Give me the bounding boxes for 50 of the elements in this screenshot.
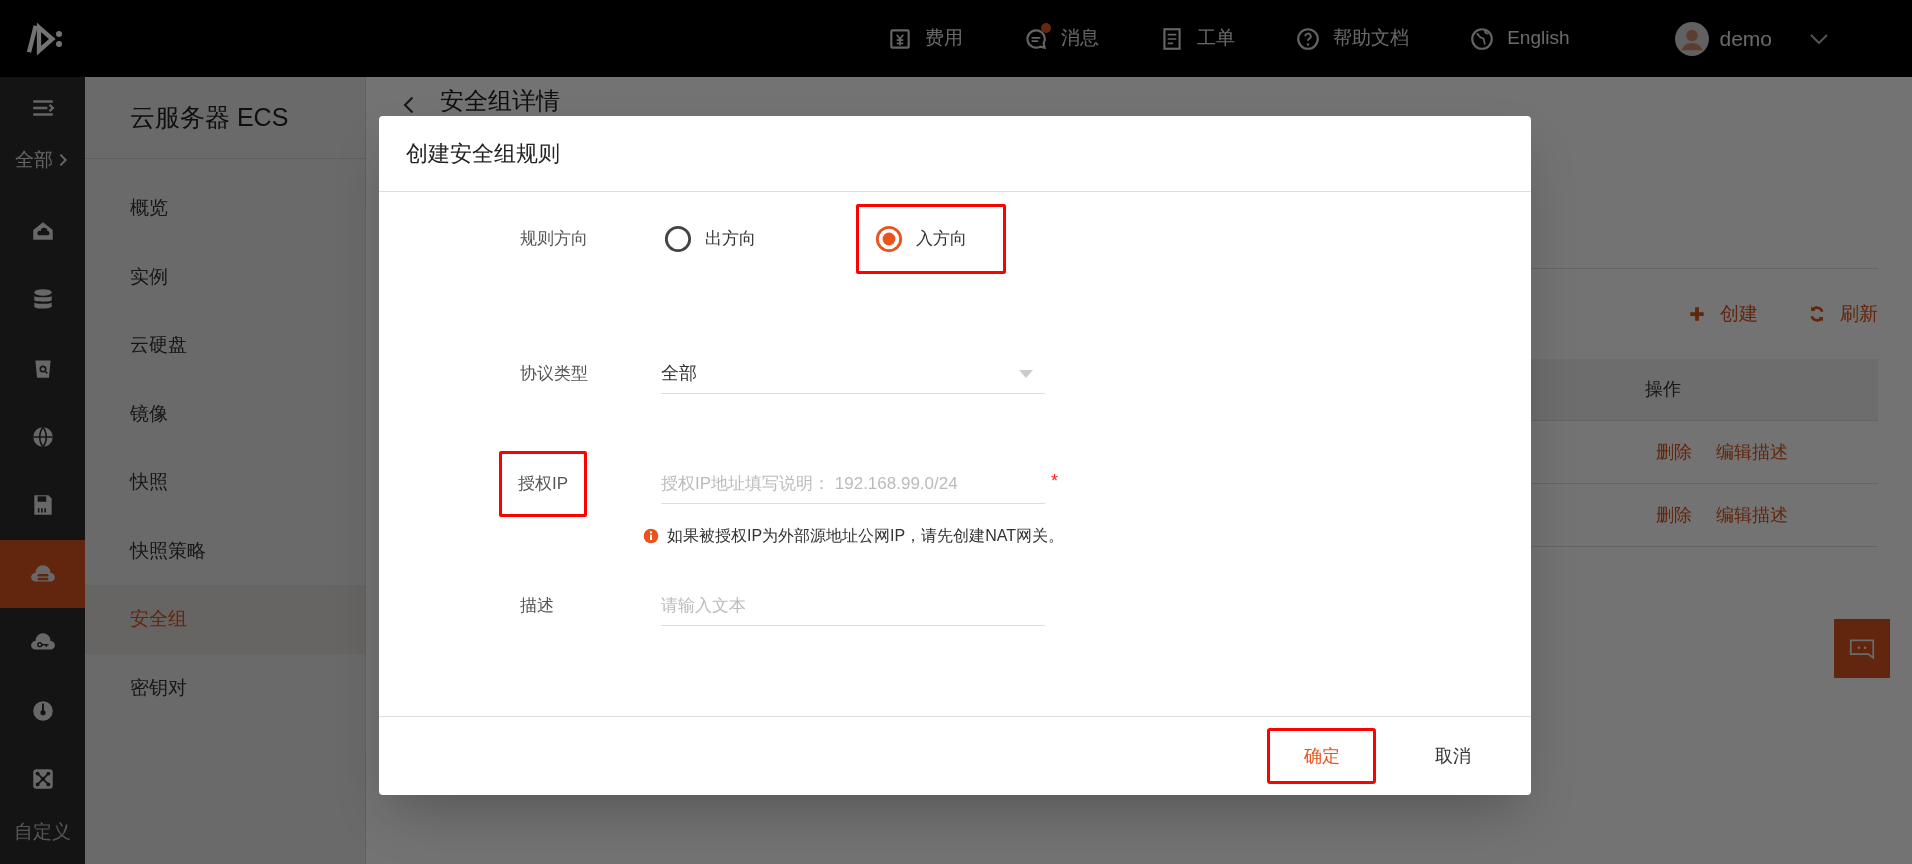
all-services-link[interactable]: 全部 xyxy=(14,141,71,179)
dropdown-arrow-icon xyxy=(1019,369,1033,378)
select-field[interactable]: 全部 xyxy=(661,354,1045,394)
sidebar-item[interactable]: 概览 xyxy=(85,174,365,243)
nav-link[interactable]: 费用 xyxy=(887,24,964,53)
required-mark: * xyxy=(1051,470,1058,493)
nav-link[interactable]: 工单 xyxy=(1159,24,1236,53)
nav-link[interactable]: 消息 xyxy=(1023,24,1100,53)
sidebar-item[interactable]: 实例 xyxy=(85,242,365,311)
table-link[interactable]: 删除 xyxy=(1656,438,1692,466)
chevron-down-icon xyxy=(1810,33,1828,44)
radio-icon xyxy=(664,225,692,253)
input-field[interactable]: 授权IP地址填写说明： 192.168.99.0/24 xyxy=(661,464,1045,504)
toolbar-link[interactable]: 刷新 xyxy=(1808,299,1878,329)
nav-link[interactable]: 帮助文档 xyxy=(1295,24,1410,53)
sidebar-item[interactable]: 快照 xyxy=(85,448,365,517)
page-title: 安全组详情 xyxy=(440,87,560,115)
user-name[interactable]: demo xyxy=(1719,22,1772,55)
sidebar-title: 云服务器 ECS xyxy=(130,101,289,133)
refresh-icon xyxy=(1808,305,1826,323)
sidebar-item[interactable]: 云硬盘 xyxy=(85,311,365,380)
column-header: 操作 xyxy=(1645,378,1681,401)
radio-option[interactable]: 入方向 xyxy=(856,204,1006,274)
rail-item[interactable] xyxy=(0,539,85,608)
hint-text: 如果被授权IP为外部源地址公网IP，请先创建NAT网关。 xyxy=(667,526,1065,546)
confirm-button[interactable]: 确定 xyxy=(1267,728,1376,784)
info-icon xyxy=(643,528,659,544)
input-field[interactable]: 请输入文本 xyxy=(661,586,1045,626)
sidebar-item[interactable]: 安全组 xyxy=(85,585,365,654)
radio-icon xyxy=(875,225,903,253)
table-link[interactable]: 编辑描述 xyxy=(1716,438,1788,466)
sidebar-item[interactable]: 密钥对 xyxy=(85,653,365,722)
help-icon xyxy=(1295,25,1322,52)
dialog-title: 创建安全组规则 xyxy=(406,140,560,168)
table-link[interactable]: 编辑描述 xyxy=(1716,501,1788,529)
table-link[interactable]: 删除 xyxy=(1656,501,1692,529)
toolbar-link[interactable]: 创建 xyxy=(1688,299,1758,329)
field-label: 规则方向 xyxy=(520,228,588,251)
field-label: 协议类型 xyxy=(520,363,588,386)
sidebar-item[interactable]: 快照策略 xyxy=(85,516,365,585)
custom-link[interactable]: 自定义 xyxy=(14,817,71,846)
plus-icon xyxy=(1688,305,1706,323)
sidebar-item[interactable]: 镜像 xyxy=(85,379,365,448)
cancel-button[interactable]: 取消 xyxy=(1418,728,1488,784)
nav-link[interactable]: English xyxy=(1469,24,1570,53)
radio-option[interactable]: 出方向 xyxy=(664,225,756,253)
field-label: 授权IP xyxy=(499,451,588,517)
chat-button[interactable] xyxy=(1834,619,1890,678)
avatar-icon xyxy=(1675,21,1710,56)
field-label: 描述 xyxy=(520,595,554,618)
